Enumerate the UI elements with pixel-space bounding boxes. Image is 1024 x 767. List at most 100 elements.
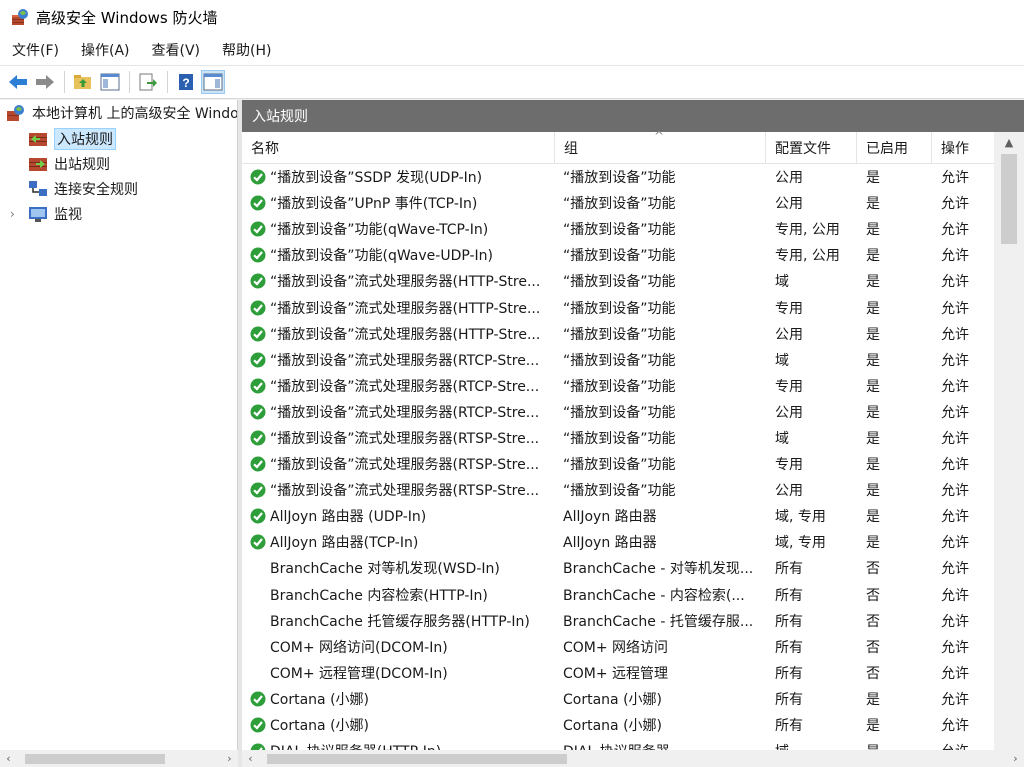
rule-name-cell: “播放到设备”流式处理服务器(RTCP-Stre... [242, 376, 555, 396]
scroll-left-icon[interactable]: ‹ [242, 750, 259, 767]
scroll-thumb[interactable] [1001, 154, 1017, 244]
rule-group: “播放到设备”功能 [563, 483, 676, 500]
show-hide-action-pane-button[interactable] [201, 70, 225, 94]
rule-row[interactable]: DIAL 协议服务器(HTTP-In) DIAL 协议服务器域是允许 [242, 738, 994, 750]
rule-name: COM+ 远程管理(DCOM-In) [270, 665, 448, 682]
rule-group: DIAL 协议服务器 [555, 741, 766, 750]
rule-action: 允许 [932, 741, 994, 750]
rule-row[interactable]: “播放到设备”UPnP 事件(TCP-In) “播放到设备”功能 公用 是 允许 [242, 190, 994, 216]
rule-row[interactable]: “播放到设备”流式处理服务器(RTSP-Stre... “播放到设备”功能 公用 是 允… [242, 477, 994, 503]
rule-row[interactable]: BranchCache 托管缓存服务器(HTTP-In) BranchCache … [242, 608, 994, 634]
toolbar-separator [64, 71, 65, 93]
tree-root[interactable]: 本地计算机 上的高级安全 Windows 防火墙 [0, 100, 237, 126]
help-button[interactable]: ? [174, 70, 198, 94]
list-horizontal-scrollbar[interactable]: ‹ › [242, 750, 1024, 767]
help-icon: ? [179, 74, 193, 90]
tree-item-label: 监视 [54, 206, 82, 223]
menu-view[interactable]: 查看(V) [141, 34, 212, 65]
rule-row[interactable]: “播放到设备”流式处理服务器(HTTP-Stre... “播放到设备”功能 专用 是 允… [242, 294, 994, 320]
menu-action[interactable]: 操作(A) [70, 34, 141, 65]
enabled-check-icon [250, 404, 266, 420]
rule-action: 允许 [941, 196, 969, 213]
enabled-check-icon [250, 534, 266, 550]
rule-name: BranchCache 内容检索(HTTP-In) [270, 587, 488, 604]
column-header-action[interactable]: 操作 [932, 132, 994, 163]
rule-row[interactable]: Cortana (小娜) Cortana (小娜) 所有 是 允许 [242, 712, 994, 738]
back-arrow-icon [9, 75, 27, 89]
rule-enabled: 否 [866, 613, 880, 630]
rule-action: 允许 [941, 170, 969, 187]
sort-ascending-icon: ^ [654, 129, 665, 143]
rule-enabled: 是 [866, 196, 880, 213]
rule-row[interactable]: COM+ 网络访问(DCOM-In) COM+ 网络访问 所有 否 允许 [242, 634, 994, 660]
rule-row[interactable]: “播放到设备”流式处理服务器(RTCP-Stre... “播放到设备”功能 域 是 允许 [242, 347, 994, 373]
rule-enabled: 否 [866, 665, 880, 682]
tree-item-inbound-rules[interactable]: 入站规则 [0, 126, 237, 151]
enabled-check-icon [250, 378, 266, 394]
rule-row[interactable]: AllJoyn 路由器 (UDP-In) AllJoyn 路由器 域, 专用 是 允许 [242, 503, 994, 529]
rule-row[interactable]: BranchCache 内容检索(HTTP-In) BranchCache - 内… [242, 582, 994, 608]
rules-pane: 入站规则 名称 组 配置文件 已启用 操作 ^ “播放到设备”SSDP 发现(U… [242, 100, 1024, 750]
column-header-enabled[interactable]: 已启用 [857, 132, 932, 163]
scroll-thumb[interactable] [267, 753, 567, 764]
rule-name: “播放到设备”流式处理服务器(RTCP-Stre... [270, 378, 540, 395]
rule-name-cell: “播放到设备”流式处理服务器(HTTP-Stre... [242, 298, 555, 318]
rule-enabled: 否 [866, 587, 880, 604]
scroll-left-icon[interactable]: ‹ [0, 750, 17, 767]
tree-horizontal-scrollbar[interactable]: ‹ › [0, 750, 238, 767]
rule-action: 允许 [941, 274, 969, 291]
blank-status-icon [250, 639, 266, 655]
enabled-check-icon [250, 300, 266, 316]
rule-row[interactable]: “播放到设备”流式处理服务器(RTSP-Stre... “播放到设备”功能 专用 是 允… [242, 451, 994, 477]
rule-enabled: 是 [866, 222, 880, 239]
rule-group: Cortana (小娜) [563, 718, 662, 735]
rule-profile: 专用, 公用 [775, 222, 840, 239]
column-header-profile[interactable]: 配置文件 [766, 132, 857, 163]
scroll-up-icon[interactable]: ▲ [994, 132, 1024, 152]
rule-enabled: 是 [866, 483, 880, 500]
rule-row[interactable]: COM+ 远程管理(DCOM-In) COM+ 远程管理 所有 否 允许 [242, 660, 994, 686]
rule-row[interactable]: “播放到设备”流式处理服务器(RTSP-Stre... “播放到设备”功能 域 是 允许 [242, 425, 994, 451]
rule-name: “播放到设备”流式处理服务器(RTSP-Stre... [270, 457, 540, 474]
rule-row[interactable]: AllJoyn 路由器(TCP-In) AllJoyn 路由器 域, 专用 是 允许 [242, 529, 994, 555]
rule-row[interactable]: “播放到设备”SSDP 发现(UDP-In) “播放到设备”功能 公用 是 允许 [242, 164, 994, 190]
rule-action: 允许 [941, 352, 969, 369]
back-button[interactable] [6, 70, 30, 94]
rule-row[interactable]: “播放到设备”功能(qWave-UDP-In) “播放到设备”功能 专用, 公用 是 允… [242, 242, 994, 268]
rule-action: 允许 [941, 639, 969, 656]
rule-action: 允许 [941, 326, 969, 343]
action-pane-icon [203, 73, 223, 91]
show-hide-console-tree-button[interactable] [98, 70, 122, 94]
export-list-button[interactable] [136, 70, 160, 94]
menu-file[interactable]: 文件(F) [0, 34, 70, 65]
up-folder-button[interactable] [71, 70, 95, 94]
rule-action: 允许 [941, 587, 969, 604]
rule-row[interactable]: “播放到设备”流式处理服务器(HTTP-Stre... “播放到设备”功能 域 是 允许 [242, 268, 994, 294]
rule-profile: 公用 [775, 404, 803, 421]
tree-item-connection-security-rules[interactable]: 连接安全规则 [0, 176, 237, 201]
tree-item-outbound-rules[interactable]: 出站规则 [0, 151, 237, 176]
vertical-scrollbar[interactable]: ▲ [994, 132, 1024, 750]
scroll-right-icon[interactable]: › [221, 750, 238, 767]
scroll-right-icon[interactable]: › [1007, 750, 1024, 767]
rule-row[interactable]: “播放到设备”流式处理服务器(HTTP-Stre... “播放到设备”功能 公用 是 允… [242, 321, 994, 347]
rule-row[interactable]: “播放到设备”流式处理服务器(RTCP-Stre... “播放到设备”功能 公用 是 允… [242, 399, 994, 425]
column-header-name[interactable]: 名称 [242, 132, 555, 163]
expand-chevron-icon[interactable]: › [10, 207, 15, 221]
rule-row[interactable]: BranchCache 对等机发现(WSD-In) BranchCache - 对… [242, 555, 994, 581]
enabled-check-icon [250, 169, 266, 185]
rule-name-cell: “播放到设备”UPnP 事件(TCP-In) [242, 193, 555, 213]
menu-help[interactable]: 帮助(H) [211, 34, 282, 65]
rule-name-cell: “播放到设备”流式处理服务器(HTTP-Stre... [242, 324, 555, 344]
rule-row[interactable]: Cortana (小娜) Cortana (小娜) 所有 是 允许 [242, 686, 994, 712]
rule-row[interactable]: “播放到设备”功能(qWave-TCP-In) “播放到设备”功能 专用, 公用 是 允… [242, 216, 994, 242]
forward-button[interactable] [33, 70, 57, 94]
tree-item-monitor[interactable]: › 监视 [0, 201, 237, 226]
rule-enabled: 是 [866, 248, 880, 265]
rule-group: BranchCache - 对等机发现... [563, 561, 754, 578]
rule-action: 允许 [941, 509, 969, 526]
rule-action: 允许 [941, 378, 969, 395]
scroll-thumb[interactable] [25, 753, 165, 764]
rule-enabled: 是 [866, 274, 880, 291]
rule-row[interactable]: “播放到设备”流式处理服务器(RTCP-Stre... “播放到设备”功能 专用 是 允… [242, 373, 994, 399]
